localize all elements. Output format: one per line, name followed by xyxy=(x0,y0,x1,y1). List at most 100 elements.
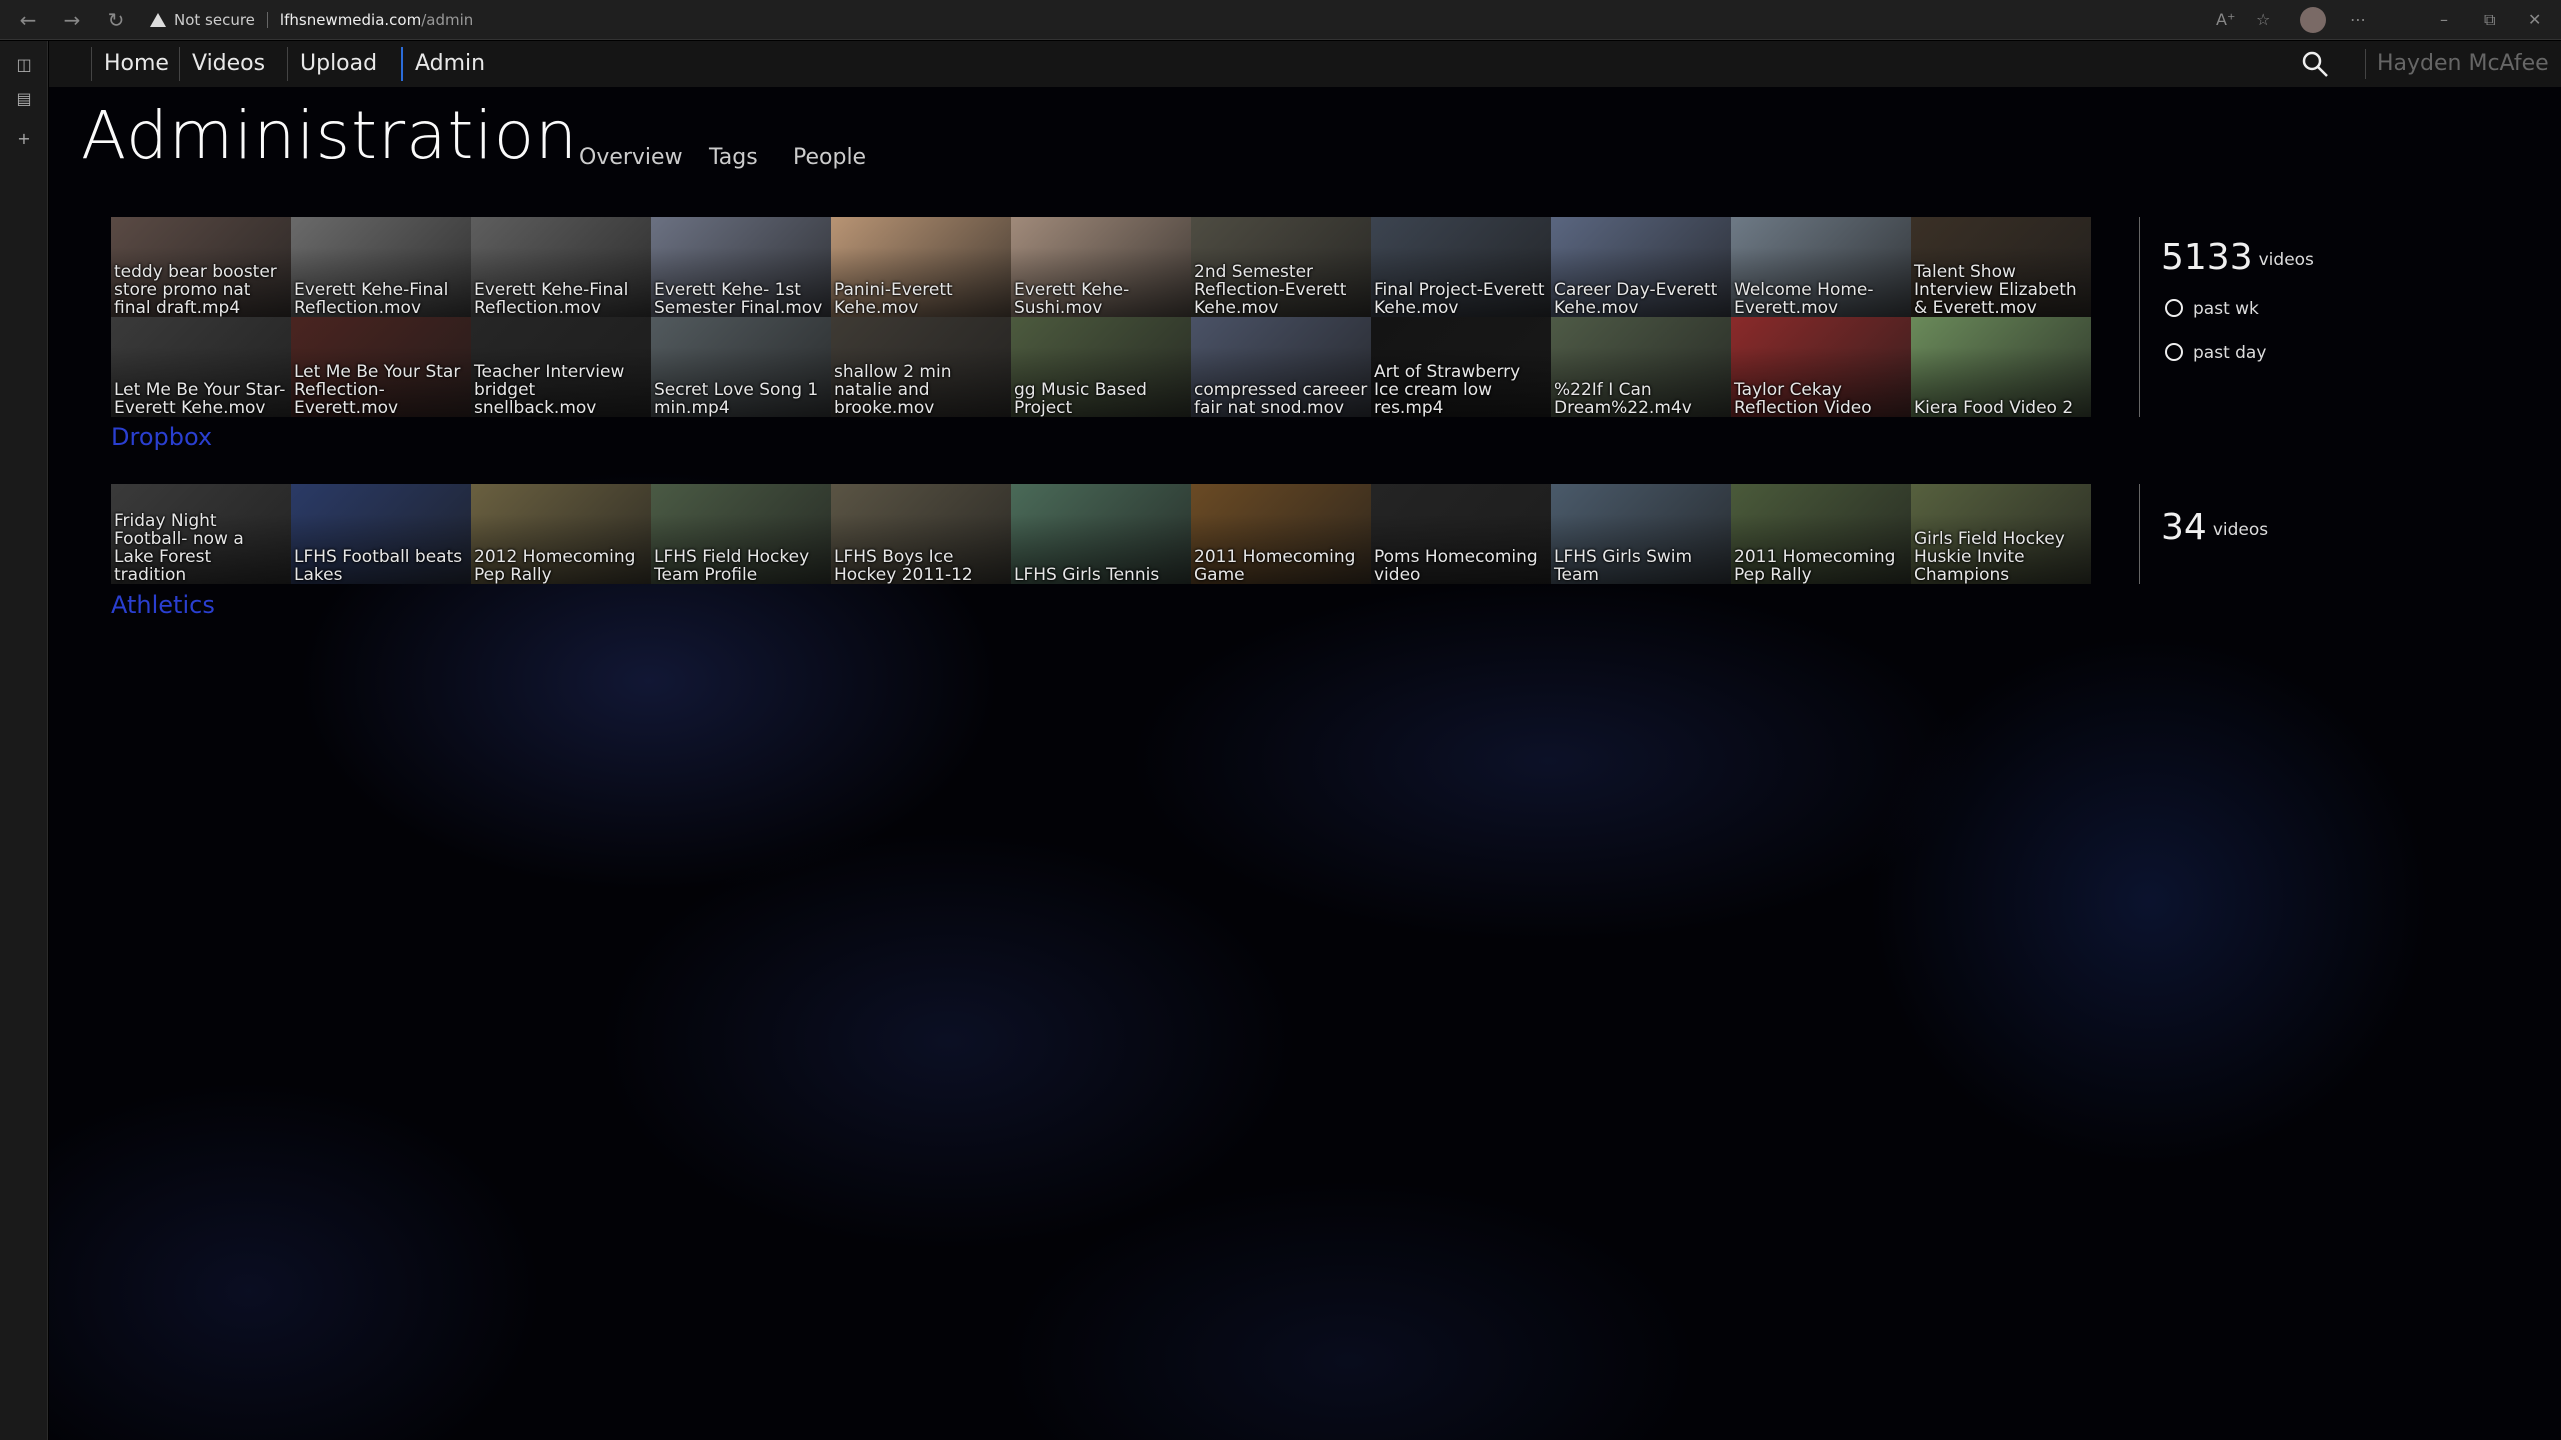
video-thumbnail[interactable]: Girls Field Hockey Huskie Invite Champio… xyxy=(1911,484,2091,584)
video-title: LFHS Field Hockey Team Profile xyxy=(654,547,810,584)
favorites-icon[interactable]: ☆ xyxy=(2256,8,2270,32)
video-title: Everett Kehe- 1st Semester Final.mov xyxy=(654,280,823,317)
new-tab-icon[interactable]: + xyxy=(14,129,34,149)
subtab-tags[interactable]: Tags xyxy=(709,145,758,170)
avatar[interactable] xyxy=(2300,7,2326,33)
video-thumbnail[interactable]: Everett Kehe-Final Reflection.mov xyxy=(471,217,651,317)
video-thumbnail[interactable]: Career Day-Everett Kehe.mov xyxy=(1551,217,1731,317)
more-icon[interactable]: ⋯ xyxy=(2350,8,2366,32)
athletics-video-count: 34 videos xyxy=(2161,507,2268,548)
video-thumbnail[interactable]: Secret Love Song 1 min.mp4 xyxy=(651,317,831,417)
tab-actions-icon[interactable]: ◫ xyxy=(14,55,34,75)
address-bar[interactable]: Not secure lfhsnewmedia.com/admin xyxy=(150,6,2150,34)
video-thumbnail[interactable]: teddy bear booster store promo nat final… xyxy=(111,217,291,317)
video-title: LFHS Girls Swim Team xyxy=(1554,547,1693,584)
video-thumbnail[interactable]: 2nd Semester Reflection-Everett Kehe.mov xyxy=(1191,217,1371,317)
video-thumbnail[interactable]: Let Me Be Your Star Reflection-Everett.m… xyxy=(291,317,471,417)
divider xyxy=(2365,49,2366,79)
video-thumbnail[interactable]: Welcome Home-Everett.mov xyxy=(1731,217,1911,317)
past-day-label: past day xyxy=(2193,343,2267,363)
video-thumbnail[interactable]: gg Music Based Project xyxy=(1011,317,1191,417)
video-title: gg Music Based Project xyxy=(1014,380,1147,417)
nav-home[interactable]: Home xyxy=(91,47,181,81)
video-thumbnail[interactable]: Panini-Everett Kehe.mov xyxy=(831,217,1011,317)
circle-icon xyxy=(2165,343,2183,361)
video-title: Let Me Be Your Star-Everett Kehe.mov xyxy=(114,380,286,417)
video-title: LFHS Girls Tennis xyxy=(1014,565,1160,584)
subtab-overview[interactable]: Overview xyxy=(579,145,683,170)
search-icon[interactable] xyxy=(2301,50,2329,78)
video-thumbnail[interactable]: Friday Night Football- now a Lake Forest… xyxy=(111,484,291,584)
video-thumbnail[interactable]: Let Me Be Your Star-Everett Kehe.mov xyxy=(111,317,291,417)
video-title: Career Day-Everett Kehe.mov xyxy=(1554,280,1718,317)
count-value: 34 xyxy=(2161,507,2207,548)
video-title: Taylor Cekay Reflection Video xyxy=(1734,380,1872,417)
user-name[interactable]: Hayden McAfee xyxy=(2369,47,2549,81)
video-title: teddy bear booster store promo nat final… xyxy=(114,262,277,317)
video-thumbnail[interactable]: Taylor Cekay Reflection Video xyxy=(1731,317,1911,417)
video-thumbnail[interactable]: LFHS Girls Tennis xyxy=(1011,484,1191,584)
nav-upload[interactable]: Upload xyxy=(287,47,389,81)
video-thumbnail[interactable]: Art of Strawberry Ice cream low res.mp4 xyxy=(1371,317,1551,417)
video-title: LFHS Boys Ice Hockey 2011-12 xyxy=(834,547,973,584)
close-icon[interactable]: ✕ xyxy=(2528,8,2541,32)
forward-icon[interactable]: → xyxy=(60,8,84,32)
video-thumbnail[interactable]: Final Project-Everett Kehe.mov xyxy=(1371,217,1551,317)
video-thumbnail[interactable]: Everett Kehe- 1st Semester Final.mov xyxy=(651,217,831,317)
url-host: lfhsnewmedia.com xyxy=(279,11,422,29)
browser-sidebar: ◫ ▤ + xyxy=(0,41,48,1440)
video-title: Talent Show Interview Elizabeth & Everet… xyxy=(1914,262,2077,317)
video-thumbnail[interactable]: Everett Kehe-Sushi.mov xyxy=(1011,217,1191,317)
section-label-athletics[interactable]: Athletics xyxy=(111,591,215,619)
browser-toolbar: ← → ↻ Not secure lfhsnewmedia.com/admin A… xyxy=(0,0,2561,40)
video-title: Final Project-Everett Kehe.mov xyxy=(1374,280,1545,317)
past-week-label: past wk xyxy=(2193,299,2259,319)
video-title: Everett Kehe-Final Reflection.mov xyxy=(294,280,449,317)
video-thumbnail[interactable]: Kiera Food Video 2 xyxy=(1911,317,2091,417)
video-title: LFHS Football beats Lakes xyxy=(294,547,463,584)
video-title: Girls Field Hockey Huskie Invite Champio… xyxy=(1914,529,2065,584)
video-thumbnail[interactable]: compressed careeer fair nat snod.mov xyxy=(1191,317,1371,417)
dropbox-grid: teddy bear booster store promo nat final… xyxy=(111,217,2091,417)
section-label-dropbox[interactable]: Dropbox xyxy=(111,423,212,451)
video-thumbnail[interactable]: 2012 Homecoming Pep Rally xyxy=(471,484,651,584)
minimize-icon[interactable]: – xyxy=(2440,8,2448,32)
site-navbar: Home Videos Upload Admin Hayden McAfee xyxy=(49,41,2561,87)
read-aloud-icon[interactable]: A⁺ xyxy=(2216,8,2235,32)
restore-icon[interactable]: ⧉ xyxy=(2484,8,2495,32)
circle-icon xyxy=(2165,299,2183,317)
url-path: /admin xyxy=(421,11,474,29)
video-title: Everett Kehe-Final Reflection.mov xyxy=(474,280,629,317)
warning-icon xyxy=(150,13,166,27)
video-title: %22If I Can Dream%22.m4v xyxy=(1554,380,1692,417)
video-thumbnail[interactable]: LFHS Boys Ice Hockey 2011-12 xyxy=(831,484,1011,584)
video-thumbnail[interactable]: Talent Show Interview Elizabeth & Everet… xyxy=(1911,217,2091,317)
reload-icon[interactable]: ↻ xyxy=(104,8,128,32)
video-thumbnail[interactable]: LFHS Field Hockey Team Profile xyxy=(651,484,831,584)
video-title: Art of Strawberry Ice cream low res.mp4 xyxy=(1374,362,1521,417)
back-icon[interactable]: ← xyxy=(16,8,40,32)
video-thumbnail[interactable]: %22If I Can Dream%22.m4v xyxy=(1551,317,1731,417)
video-title: Friday Night Football- now a Lake Forest… xyxy=(114,511,244,584)
nav-admin[interactable]: Admin xyxy=(401,47,497,81)
video-thumbnail[interactable]: LFHS Girls Swim Team xyxy=(1551,484,1731,584)
video-thumbnail[interactable]: Teacher Interview bridget snellback.mov xyxy=(471,317,651,417)
video-title: Kiera Food Video 2 xyxy=(1914,398,2074,417)
video-title: compressed careeer fair nat snod.mov xyxy=(1194,380,1368,417)
divider xyxy=(2139,484,2140,584)
video-thumbnail[interactable]: LFHS Football beats Lakes xyxy=(291,484,471,584)
past-week-row: past wk xyxy=(2165,299,2259,319)
nav-videos[interactable]: Videos xyxy=(179,47,277,81)
video-title: 2011 Homecoming Game xyxy=(1194,547,1356,584)
video-title: Everett Kehe-Sushi.mov xyxy=(1014,280,1130,317)
video-title: Welcome Home-Everett.mov xyxy=(1734,280,1874,317)
video-thumbnail[interactable]: shallow 2 min natalie and brooke.mov xyxy=(831,317,1011,417)
video-title: 2011 Homecoming Pep Rally xyxy=(1734,547,1896,584)
video-thumbnail[interactable]: 2011 Homecoming Game xyxy=(1191,484,1371,584)
page-icon[interactable]: ▤ xyxy=(14,89,34,109)
video-thumbnail[interactable]: Everett Kehe-Final Reflection.mov xyxy=(291,217,471,317)
subtab-people[interactable]: People xyxy=(793,145,866,170)
video-title: Secret Love Song 1 min.mp4 xyxy=(654,380,819,417)
video-thumbnail[interactable]: 2011 Homecoming Pep Rally xyxy=(1731,484,1911,584)
video-thumbnail[interactable]: Poms Homecoming video xyxy=(1371,484,1551,584)
